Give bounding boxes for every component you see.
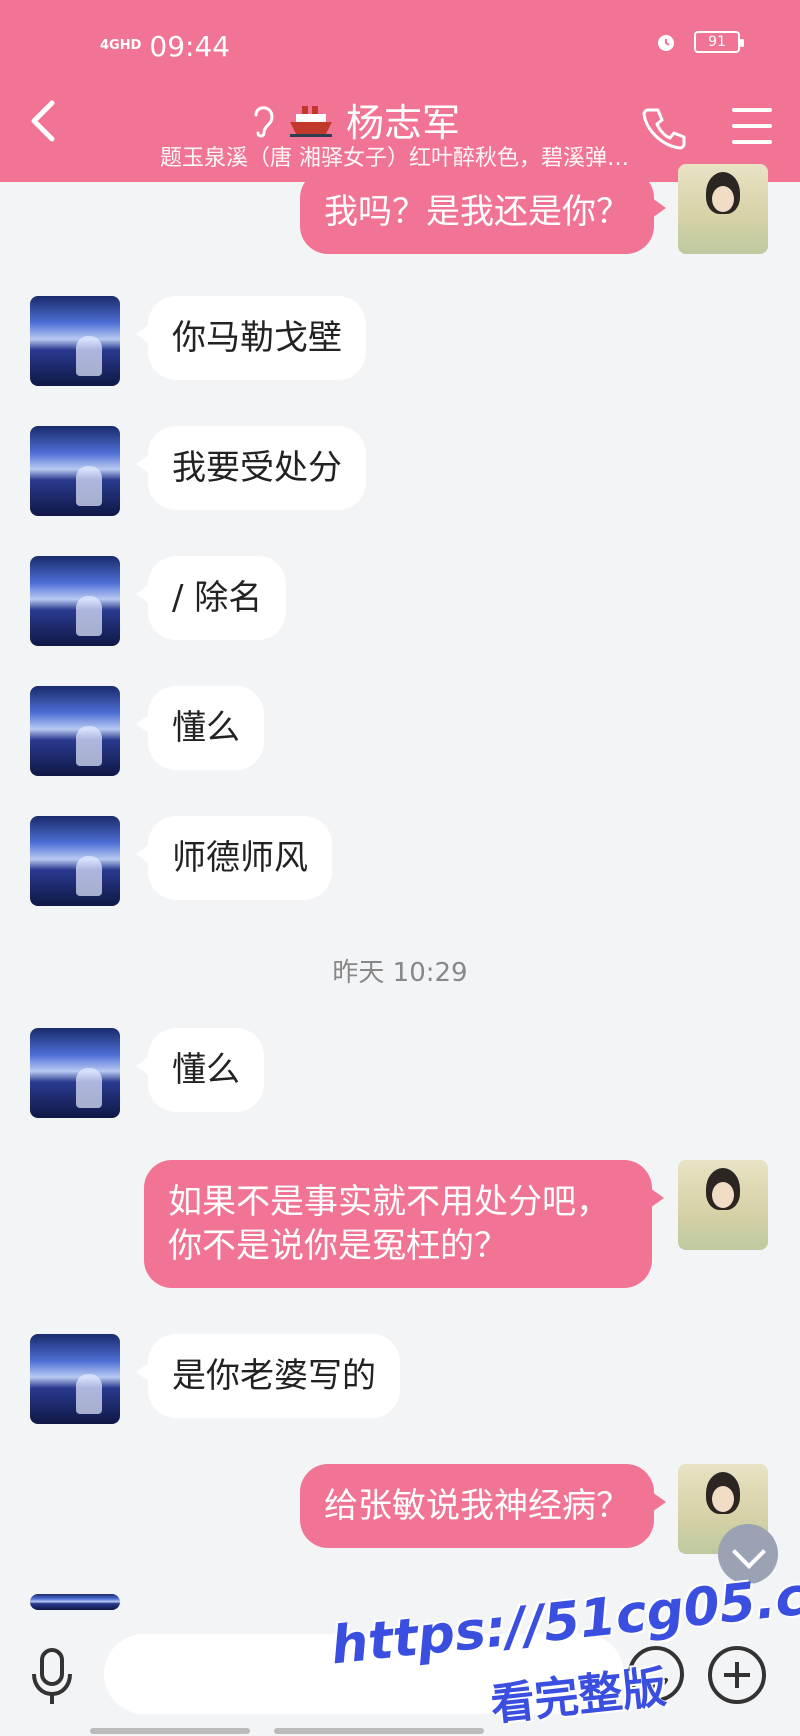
message-bubble-in[interactable]: 我要受处分	[136, 426, 366, 510]
message-bubble-in[interactable]: / 除名	[135, 556, 287, 640]
phone-icon	[642, 108, 686, 150]
timestamp-divider: 昨天 10:29	[332, 958, 468, 988]
message-bubble-out[interactable]: 如果不是事实就不用处分吧，你不是说你是冤枉的？	[144, 1160, 664, 1288]
menu-button[interactable]	[732, 108, 772, 144]
chat-header: 4GHD 09:44 91 杨志军 题玉泉溪（唐 湘驿女子）红叶醉秋色，碧溪弹…	[0, 0, 800, 182]
network-indicator: 4GHD	[100, 38, 142, 53]
menu-icon	[732, 108, 772, 112]
microphone-icon	[32, 1648, 72, 1704]
my-avatar[interactable]	[678, 164, 768, 254]
clock: 09:44	[149, 29, 231, 63]
status-bar-left: 4GHD 09:44	[100, 26, 230, 66]
contact-name: 杨志军	[346, 101, 461, 145]
back-button[interactable]	[28, 96, 68, 156]
contact-avatar[interactable]	[30, 556, 120, 646]
ship-icon	[290, 105, 332, 137]
contact-avatar[interactable]	[30, 426, 120, 516]
message-bubble-in[interactable]: 懂么	[136, 1028, 264, 1112]
home-indicator	[90, 1728, 250, 1734]
battery-indicator: 91	[694, 31, 744, 53]
home-indicator	[274, 1728, 484, 1734]
more-button[interactable]	[708, 1646, 766, 1704]
status-bar-right: 91	[654, 30, 744, 54]
contact-avatar[interactable]	[30, 686, 120, 776]
message-bubble-in[interactable]: 懂么	[136, 686, 264, 770]
contact-avatar[interactable]	[30, 816, 120, 906]
alarm-icon	[658, 35, 674, 51]
contact-avatar[interactable]	[30, 1594, 120, 1610]
contact-avatar[interactable]	[30, 1028, 120, 1118]
ear-icon	[254, 105, 274, 137]
contact-avatar[interactable]	[30, 296, 120, 386]
my-avatar[interactable]	[678, 1160, 768, 1250]
voice-button[interactable]	[28, 1646, 76, 1708]
message-bubble-in[interactable]: 你马勒戈壁	[136, 296, 366, 380]
menu-icon	[732, 124, 772, 128]
message-bubble-out[interactable]: 给张敏说我神经病？	[300, 1464, 666, 1548]
title-row[interactable]: 杨志军	[250, 92, 460, 147]
message-bubble-in[interactable]: 师德师风	[136, 816, 332, 900]
call-button[interactable]	[640, 104, 688, 152]
contact-avatar[interactable]	[30, 1334, 120, 1424]
menu-icon	[732, 140, 772, 144]
chevron-left-icon	[31, 100, 55, 142]
message-bubble-in[interactable]: 是你老婆写的	[136, 1334, 400, 1418]
message-bubble-out[interactable]: 我吗？是我还是你？	[300, 170, 666, 254]
contact-signature: 题玉泉溪（唐 湘驿女子）红叶醉秋色，碧溪弹…	[160, 146, 629, 171]
